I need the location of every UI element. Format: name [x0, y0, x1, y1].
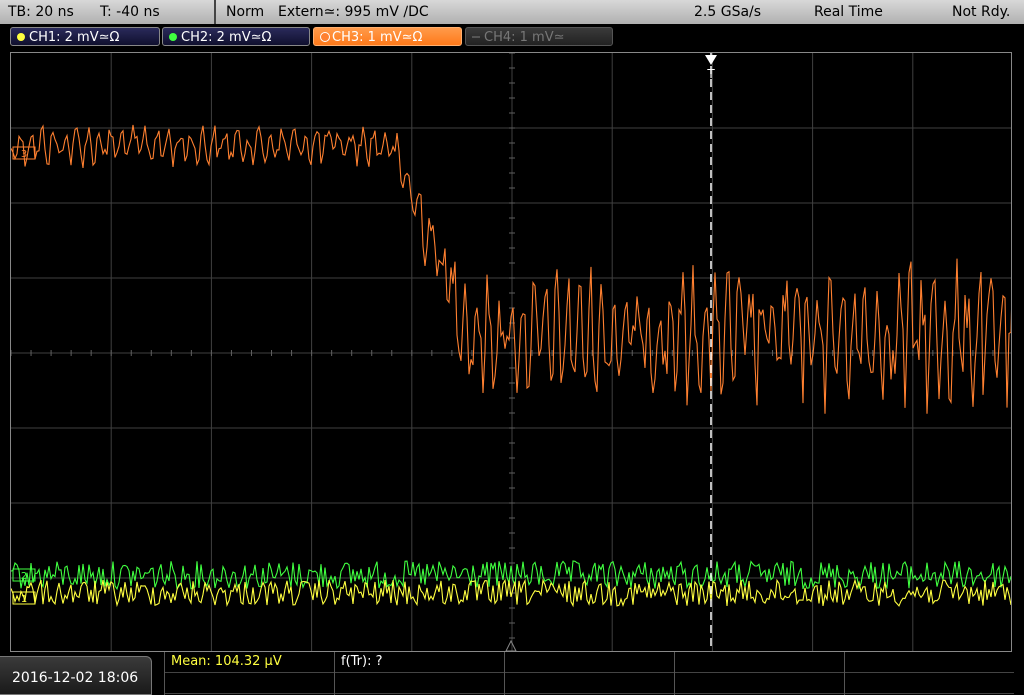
- channel-1-dot-icon: [17, 33, 25, 41]
- measurement-1-empty: [165, 673, 334, 694]
- channel-3-label: CH3: 1 mV≃Ω: [332, 30, 423, 45]
- timebase-panel[interactable]: TB: 20 ns T: -40 ns: [0, 0, 216, 24]
- channel-2-label: CH2: 2 mV≃Ω: [181, 30, 272, 45]
- channel-3-dot-icon: [320, 32, 330, 42]
- channel-4-button[interactable]: CH4: 1 mV≃: [465, 27, 613, 46]
- trigger-mode: Norm: [226, 4, 265, 20]
- channel-1-button[interactable]: CH1: 2 mV≃Ω: [10, 27, 160, 46]
- channel-1-label: CH1: 2 mV≃Ω: [29, 30, 120, 45]
- waveform-canvas: T 3 2 1: [11, 53, 1011, 651]
- datetime-box[interactable]: 2016-12-02 18:06: [0, 656, 152, 695]
- channel-4-dash-icon: [472, 36, 480, 38]
- measurement-5-empty: [845, 652, 1014, 673]
- measurement-2[interactable]: f(Tr): ?: [334, 652, 504, 695]
- channel-2-dot-icon: [169, 33, 177, 41]
- measurement-2-value: f(Tr): ?: [335, 652, 504, 673]
- measurement-1[interactable]: Mean: 104.32 µV: [164, 652, 334, 695]
- measurement-4[interactable]: [674, 652, 844, 695]
- channel-2-button[interactable]: CH2: 2 mV≃Ω: [162, 27, 310, 46]
- measurement-bar: 2016-12-02 18:06 Mean: 104.32 µV f(Tr): …: [0, 652, 1024, 695]
- measurement-3-empty: [505, 652, 674, 673]
- acquisition-status: Not Rdy.: [952, 4, 1011, 20]
- channel-2-level-marker-label: 2: [21, 571, 27, 582]
- channel-bar: CH1: 2 mV≃Ω CH2: 2 mV≃Ω CH3: 1 mV≃Ω CH4:…: [0, 24, 1024, 50]
- channel-3-level-marker-label: 3: [21, 149, 27, 160]
- channel-1-level-marker-label: 1: [21, 594, 27, 605]
- status-bar: TB: 20 ns T: -40 ns Norm Extern≃: 995 mV…: [0, 0, 1024, 24]
- measurement-3[interactable]: [504, 652, 674, 695]
- trigger-source: Extern≃: 995 mV ∕DC: [278, 4, 429, 20]
- channel-3-button[interactable]: CH3: 1 mV≃Ω: [313, 27, 462, 46]
- horizontal-position-icon: [505, 639, 517, 651]
- measurement-5[interactable]: [844, 652, 1014, 695]
- acquisition-mode: Real Time: [814, 4, 883, 20]
- trigger-marker-label: T: [706, 67, 715, 81]
- channel-4-label: CH4: 1 mV≃: [484, 30, 565, 45]
- measurement-4-empty-2: [675, 673, 844, 694]
- trigger-time-readout: T: -40 ns: [100, 4, 160, 20]
- measurement-2-empty: [335, 673, 504, 694]
- sample-rate: 2.5 GSa/s: [694, 4, 762, 20]
- measurement-5-empty-2: [845, 673, 1014, 694]
- trigger-panel[interactable]: Norm Extern≃: 995 mV ∕DC 2.5 GSa/s Real …: [216, 0, 1024, 24]
- waveform-display[interactable]: T 3 2 1: [10, 52, 1012, 652]
- trigger-arrow-icon: [705, 55, 717, 65]
- datetime-readout: 2016-12-02 18:06: [12, 670, 139, 686]
- measurement-4-empty: [675, 652, 844, 673]
- timebase-readout: TB: 20 ns: [8, 4, 74, 20]
- measurement-3-empty-2: [505, 673, 674, 694]
- measurement-1-value: Mean: 104.32 µV: [165, 652, 334, 673]
